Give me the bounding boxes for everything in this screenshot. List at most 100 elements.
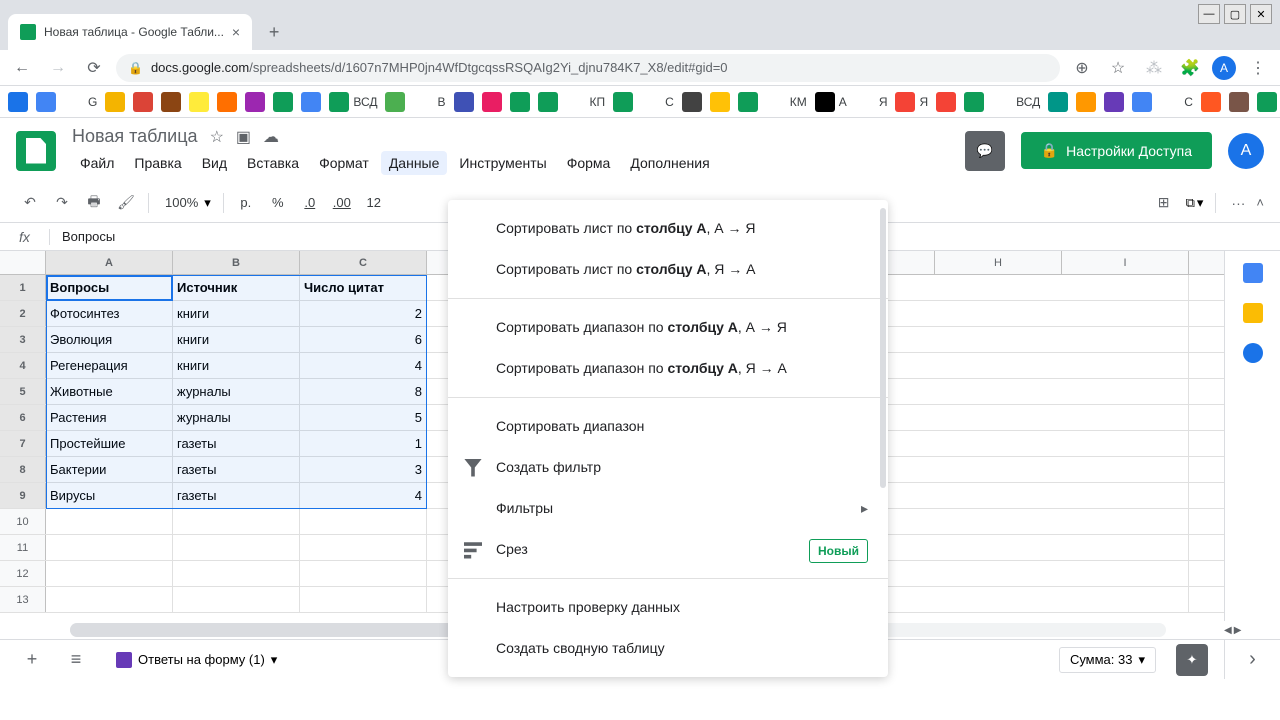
menu-файл[interactable]: Файл [72,151,122,175]
row-header[interactable]: 7 [0,431,46,456]
row-header[interactable]: 12 [0,561,46,586]
window-close[interactable]: ✕ [1250,4,1272,24]
sort-sheet-za[interactable]: Сортировать лист по столбцу A, Я → А [448,249,888,290]
cell[interactable]: газеты [173,457,300,482]
number-format-button[interactable]: 12 [360,189,388,217]
extensions-icon[interactable]: 🧩 [1176,54,1204,82]
bookmark-item[interactable] [36,92,56,112]
data-validation[interactable]: Настроить проверку данных [448,587,888,628]
cell[interactable]: книги [173,327,300,352]
bookmark-item[interactable] [217,92,237,112]
collapse-toolbar-button[interactable]: ˄ [1256,195,1264,210]
star-icon[interactable]: ☆ [1104,54,1132,82]
cell[interactable]: 8 [300,379,427,404]
zoom-icon[interactable]: ⊕ [1068,54,1096,82]
create-filter[interactable]: Создать фильтр [448,447,888,488]
bookmark-item[interactable] [992,92,1012,112]
sheet-tab-dropdown-icon[interactable]: ▾ [271,652,278,668]
bookmark-item[interactable] [738,92,758,112]
row-header[interactable]: 8 [0,457,46,482]
cell[interactable]: Вирусы [46,483,173,508]
bookmark-item[interactable] [766,92,786,112]
cell[interactable] [173,509,300,534]
bookmark-item[interactable] [105,92,125,112]
bookmark-item[interactable] [273,92,293,112]
formula-input[interactable]: Вопросы [50,229,127,244]
profile-avatar[interactable]: А [1212,56,1236,80]
add-sheet-button[interactable]: + [16,644,48,676]
menu-инструменты[interactable]: Инструменты [451,151,554,175]
paint-format-button[interactable]: 🖌 [112,189,140,217]
share-button[interactable]: 🔒 Настройки Доступа [1021,132,1212,169]
menu-вставка[interactable]: Вставка [239,151,307,175]
bookmark-item[interactable] [1201,92,1221,112]
all-sheets-button[interactable]: ≡ [60,644,92,676]
sort-range-az[interactable]: Сортировать диапазон по столбцу A, А → Я [448,307,888,348]
sheets-logo-icon[interactable] [16,131,56,171]
tasks-icon[interactable] [1243,343,1263,363]
bookmark-item[interactable] [964,92,984,112]
cell[interactable]: 5 [300,405,427,430]
row-header[interactable]: 13 [0,587,46,612]
star-doc-icon[interactable]: ☆ [210,127,224,147]
bookmark-item[interactable] [413,92,433,112]
cell[interactable] [300,587,427,612]
increase-decimal-button[interactable]: .00 [328,189,356,217]
bookmark-item[interactable] [538,92,558,112]
cell[interactable]: журналы [173,379,300,404]
keep-icon[interactable] [1243,303,1263,323]
tab-close-icon[interactable]: × [232,24,240,40]
menu-формат[interactable]: Формат [311,151,377,175]
slicer[interactable]: СрезНовый [448,529,888,570]
row-header[interactable]: 6 [0,405,46,430]
move-doc-icon[interactable]: ▣ [236,127,251,147]
cell[interactable]: Животные [46,379,173,404]
bookmark-item[interactable] [1257,92,1277,112]
zoom-dropdown[interactable]: 100%▾ [157,195,215,211]
new-tab-button[interactable]: + [260,18,288,46]
document-title[interactable]: Новая таблица [72,126,198,147]
bookmark-item[interactable] [329,92,349,112]
cell[interactable]: Бактерии [46,457,173,482]
row-header[interactable]: 3 [0,327,46,352]
explore-button[interactable]: ✦ [1176,644,1208,676]
bookmark-item[interactable] [855,92,875,112]
reload-button[interactable]: ⟳ [80,54,108,82]
cell[interactable] [173,587,300,612]
print-button[interactable]: 🖶 [80,189,108,217]
comments-button[interactable]: 💬 [965,131,1005,171]
cell[interactable]: газеты [173,431,300,456]
bookmark-item[interactable] [1160,92,1180,112]
bookmark-item[interactable] [454,92,474,112]
row-header[interactable]: 10 [0,509,46,534]
row-header[interactable]: 1 [0,275,46,300]
cell[interactable]: Простейшие [46,431,173,456]
cell[interactable]: Эволюция [46,327,173,352]
browser-tab[interactable]: Новая таблица - Google Табли... × [8,14,252,50]
cell[interactable]: газеты [173,483,300,508]
bookmark-item[interactable] [613,92,633,112]
cloud-status-icon[interactable]: ☁ [263,127,279,147]
menu-дополнения[interactable]: Дополнения [622,151,717,175]
cell[interactable]: Вопросы [46,275,173,300]
window-minimize[interactable]: — [1198,4,1220,24]
cell[interactable]: книги [173,301,300,326]
undo-button[interactable]: ↶ [16,189,44,217]
cell[interactable] [300,509,427,534]
window-maximize[interactable]: ▢ [1224,4,1246,24]
cell[interactable] [46,535,173,560]
bookmark-item[interactable] [301,92,321,112]
redo-button[interactable]: ↷ [48,189,76,217]
row-header[interactable]: 11 [0,535,46,560]
cell[interactable]: 2 [300,301,427,326]
cell[interactable] [46,509,173,534]
bookmark-item[interactable] [641,92,661,112]
row-header[interactable]: 4 [0,353,46,378]
back-button[interactable]: ← [8,54,36,82]
bookmark-item[interactable] [566,92,586,112]
sort-range[interactable]: Сортировать диапазон [448,406,888,447]
bookmark-item[interactable] [1132,92,1152,112]
filters-submenu[interactable]: Фильтры▸ [448,488,888,529]
cell[interactable] [300,535,427,560]
menu-вид[interactable]: Вид [194,151,235,175]
